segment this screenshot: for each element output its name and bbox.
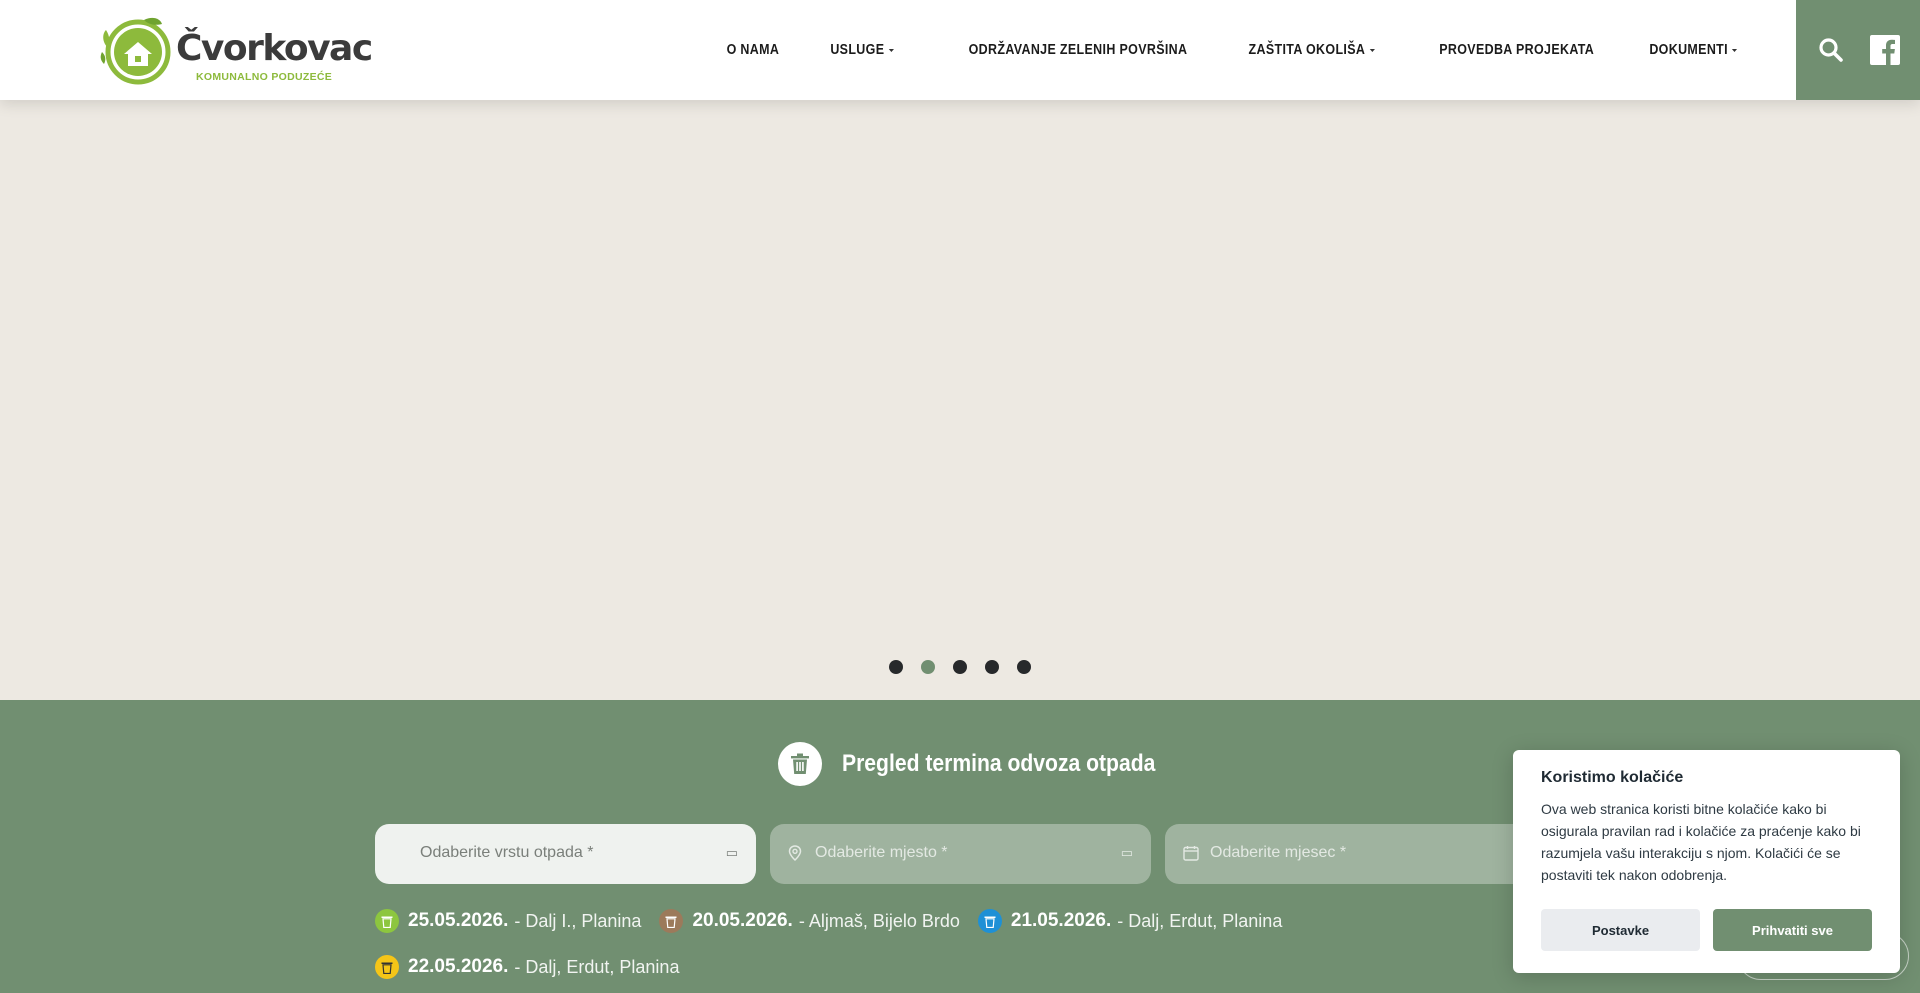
trash-icon xyxy=(791,753,809,774)
nav-item-label: DOKUMENTI xyxy=(1648,42,1728,58)
nav-item-label: USLUGE xyxy=(829,42,884,58)
waste-type-placeholder: Odaberite vrstu otpada * xyxy=(420,844,594,861)
main-nav: O NAMA USLUGE ODRŽAVANJE ZELENIH POVRŠIN… xyxy=(678,0,1737,100)
nav-item-label: O NAMA xyxy=(726,42,780,58)
nav-item-usluge[interactable]: USLUGE xyxy=(829,42,894,58)
trash-icon-badge xyxy=(778,742,822,786)
nav-item-label: PROVEDBA PROJEKATA xyxy=(1439,42,1595,58)
schedule-places: - Dalj, Erdut, Planina xyxy=(1117,910,1283,931)
calendar-icon xyxy=(1183,845,1199,866)
trash-bin-brown-icon xyxy=(659,909,684,933)
select-arrow-icon: ▭ xyxy=(1120,845,1133,860)
schedule-item[interactable]: 25.05.2026. - Dalj I., Planina xyxy=(375,909,641,933)
trash-bin-green-icon xyxy=(375,909,399,933)
schedule-date: 25.05.2026. xyxy=(408,910,509,931)
logo-name: Čvorkovac xyxy=(176,28,373,69)
waste-type-select[interactable]: Odaberite vrstu otpada * ▭ xyxy=(375,824,756,884)
schedule-item[interactable]: 21.05.2026. - Dalj, Erdut, Planina xyxy=(977,909,1283,933)
slider-dot-active[interactable] xyxy=(921,660,935,674)
schedule-date: 20.05.2026. xyxy=(692,910,793,931)
schedule-places: - Dalj, Erdut, Planina xyxy=(514,956,680,977)
search-button[interactable] xyxy=(1811,30,1851,70)
slider-dot[interactable] xyxy=(985,660,999,674)
nav-item-label: ODRŽAVANJE ZELENIH POVRŠINA xyxy=(968,42,1188,58)
chevron-down-icon xyxy=(1731,48,1737,52)
waste-schedule-list: 25.05.2026. - Dalj I., Planina 20.05.202… xyxy=(375,898,1475,990)
schedule-places: - Dalj I., Planina xyxy=(514,910,642,931)
schedule-places: - Aljmaš, Bijelo Brdo xyxy=(798,910,960,931)
waste-filters: Odaberite vrstu otpada * ▭ Odaberite mje… xyxy=(375,824,1546,884)
hero-slider xyxy=(0,100,1920,700)
month-placeholder: Odaberite mjesec * xyxy=(1210,844,1347,861)
chevron-down-icon xyxy=(1369,48,1375,52)
schedule-row: 25.05.2026. - Dalj I., Planina 20.05.202… xyxy=(375,898,1475,944)
schedule-date: 22.05.2026. xyxy=(408,956,509,977)
slider-pagination xyxy=(0,660,1920,674)
nav-item-o-nama[interactable]: O NAMA xyxy=(727,42,780,58)
month-select[interactable]: Odaberite mjesec * xyxy=(1165,824,1546,884)
facebook-button[interactable] xyxy=(1865,30,1905,70)
nav-item-odrzavanje[interactable]: ODRŽAVANJE ZELENIH POVRŠINA xyxy=(969,42,1188,58)
slider-dot[interactable] xyxy=(889,660,903,674)
place-placeholder: Odaberite mjesto * xyxy=(815,844,948,861)
logo-subtitle: KOMUNALNO PODUZEĆE xyxy=(196,71,333,83)
nav-item-provedba-projekata[interactable]: PROVEDBA PROJEKATA xyxy=(1440,42,1595,58)
trash-bin-yellow-icon xyxy=(375,955,399,979)
nav-item-dokumenti[interactable]: DOKUMENTI xyxy=(1649,42,1737,58)
cookie-accept-all-button[interactable]: Prihvatiti sve xyxy=(1713,909,1872,951)
nav-item-zastita-okolisa[interactable]: ZAŠTITA OKOLIŠA xyxy=(1248,42,1375,58)
cookie-consent-dialog: Koristimo kolačiće Ova web stranica kori… xyxy=(1513,750,1900,973)
header-actions xyxy=(1796,0,1920,100)
schedule-date: 21.05.2026. xyxy=(1010,910,1112,931)
schedule-item[interactable]: 20.05.2026. - Aljmaš, Bijelo Brdo xyxy=(659,909,960,933)
slider-dot[interactable] xyxy=(953,660,967,674)
chevron-down-icon xyxy=(888,48,894,52)
cookie-title: Koristimo kolačiće xyxy=(1541,769,1684,786)
slider-dot[interactable] xyxy=(1017,660,1031,674)
schedule-item[interactable]: 22.05.2026. - Dalj, Erdut, Planina xyxy=(375,955,679,979)
schedule-row: 22.05.2026. - Dalj, Erdut, Planina xyxy=(375,944,1475,990)
cookie-actions: Postavke Prihvatiti sve xyxy=(1541,909,1872,951)
place-select[interactable]: Odaberite mjesto * ▭ xyxy=(770,824,1151,884)
search-icon xyxy=(1819,38,1843,62)
select-arrow-icon: ▭ xyxy=(725,845,738,860)
site-header: Čvorkovac KOMUNALNO PODUZEĆE O NAMA USLU… xyxy=(0,0,1920,100)
trash-bin-blue-icon xyxy=(977,909,1002,933)
logo-house-leaf-icon xyxy=(100,17,171,85)
nav-item-label: ZAŠTITA OKOLIŠA xyxy=(1248,42,1365,58)
site-logo[interactable]: Čvorkovac KOMUNALNO PODUZEĆE xyxy=(98,12,373,86)
cookie-description: Ova web stranica koristi bitne kolačiće … xyxy=(1541,801,1861,883)
cookie-settings-button[interactable]: Postavke xyxy=(1541,909,1700,951)
location-pin-icon xyxy=(788,845,802,866)
facebook-icon xyxy=(1870,35,1900,65)
waste-section-title: Pregled termina odvoza otpada xyxy=(842,750,1156,777)
